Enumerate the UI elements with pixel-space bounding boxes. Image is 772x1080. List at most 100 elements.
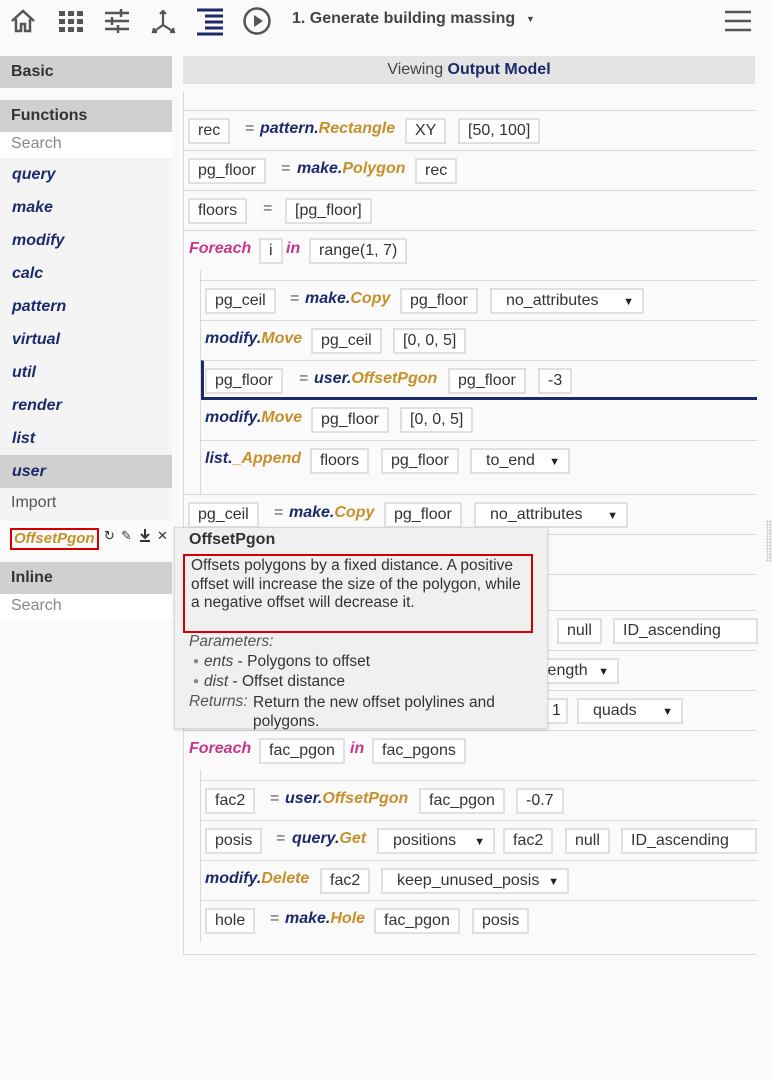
axes-icon[interactable] <box>148 6 178 36</box>
sliders-icon[interactable] <box>102 6 132 36</box>
arg-input[interactable]: fac2 <box>503 828 554 854</box>
functions-search-input[interactable]: Search <box>0 132 172 158</box>
arg-input[interactable]: ID_ascending <box>613 618 758 644</box>
code-line[interactable]: posis = query.Get positions ▼ fac2 null I… <box>201 820 757 860</box>
var-input[interactable]: pg_floor <box>188 158 266 184</box>
module-user[interactable]: user <box>0 455 172 488</box>
code-line[interactable]: pg_ceil = make.Copy pg_floor no_attribut… <box>201 280 757 320</box>
arg-input[interactable]: pg_ceil <box>311 328 382 354</box>
var-input[interactable]: i <box>259 238 283 264</box>
list-icon[interactable] <box>195 6 225 36</box>
arg-input[interactable]: fac2 <box>320 868 371 894</box>
arg-input[interactable]: -3 <box>538 368 573 394</box>
module-list[interactable]: list <box>0 422 172 455</box>
arg-dropdown[interactable]: no_attributes ▼ <box>474 502 628 528</box>
var-input[interactable]: floors <box>188 198 248 224</box>
module-util[interactable]: util <box>0 356 172 389</box>
import-button[interactable]: Import <box>0 488 172 521</box>
arg-input[interactable]: fac_pgons <box>372 738 466 764</box>
inline-header[interactable]: Inline <box>0 562 172 594</box>
close-icon[interactable]: ✕ <box>155 528 170 544</box>
arg-dropdown[interactable]: quads ▼ <box>577 698 683 724</box>
arg-input[interactable]: [50, 100] <box>458 118 541 144</box>
user-function-offsetpgon[interactable]: OffsetPgon <box>10 528 99 550</box>
download-icon[interactable] <box>137 528 152 544</box>
hamburger-icon[interactable] <box>724 8 752 34</box>
var-input[interactable]: fac2 <box>205 788 256 814</box>
code-line[interactable]: Foreach fac_pgon in fac_pgons <box>184 730 756 770</box>
function-name: list._Append <box>205 450 302 467</box>
arg-dropdown[interactable]: no_attributes ▼ <box>490 288 644 314</box>
code-line[interactable]: pg_floor = make.Polygon rec <box>184 150 756 190</box>
resize-handle[interactable] <box>766 520 772 562</box>
arg-input[interactable]: fac_pgon <box>419 788 505 814</box>
inline-search-input[interactable]: Search <box>0 594 172 620</box>
procedure-editor: rec = pattern.Rectangle XY [50, 100] pg_… <box>183 92 758 955</box>
var-input[interactable]: hole <box>205 908 256 934</box>
arg-input[interactable]: posis <box>472 908 530 934</box>
var-input[interactable]: pg_floor <box>205 368 283 394</box>
arg-input[interactable]: pg_floor <box>384 502 462 528</box>
tooltip-param: ● dist - Offset distance <box>193 673 346 690</box>
arg-input[interactable]: fac_pgon <box>374 908 460 934</box>
module-make[interactable]: make <box>0 191 172 224</box>
home-icon[interactable] <box>8 6 38 36</box>
module-virtual[interactable]: virtual <box>0 323 172 356</box>
arg-dropdown[interactable]: to_end ▼ <box>470 448 570 474</box>
refresh-icon[interactable]: ↻ <box>102 528 117 544</box>
equals-sign: = <box>290 290 300 307</box>
arg-input[interactable]: null <box>565 828 610 854</box>
arg-input[interactable]: [0, 0, 5] <box>393 328 467 354</box>
code-line-selected[interactable]: pg_floor = user.OffsetPgon pg_floor -3 <box>201 360 757 400</box>
viewer-header: Viewing Output Model <box>183 56 755 84</box>
code-line[interactable]: floors = [pg_floor] <box>184 190 756 230</box>
arg-input[interactable]: pg_floor <box>381 448 459 474</box>
var-input[interactable]: pg_ceil <box>188 502 259 528</box>
viewer-model[interactable]: Output Model <box>448 61 551 78</box>
divider <box>184 954 756 955</box>
module-modify[interactable]: modify <box>0 224 172 257</box>
code-line[interactable]: list._Append floors pg_floor to_end ▼ <box>201 440 757 480</box>
code-line[interactable]: hole = make.Hole fac_pgon posis <box>201 900 757 940</box>
var-input[interactable]: posis <box>205 828 263 854</box>
arg-input[interactable]: floors <box>310 448 370 474</box>
arg-input[interactable]: ID_ascending <box>621 828 757 854</box>
functions-header[interactable]: Functions <box>0 100 172 132</box>
code-line[interactable]: Foreach i in range(1, 7) <box>184 230 756 270</box>
in-keyword: in <box>350 740 365 757</box>
arg-input[interactable]: null <box>557 618 602 644</box>
basic-header[interactable]: Basic <box>0 56 172 88</box>
arg-input[interactable]: -0.7 <box>516 788 564 814</box>
arg-input[interactable]: range(1, 7) <box>309 238 408 264</box>
module-query[interactable]: query <box>0 158 172 191</box>
module-calc[interactable]: calc <box>0 257 172 290</box>
code-line[interactable]: modify.Move pg_ceil [0, 0, 5] <box>201 320 757 360</box>
code-line[interactable]: modify.Delete fac2 keep_unused_posis ▼ <box>201 860 757 900</box>
var-input[interactable]: pg_ceil <box>205 288 276 314</box>
arg-input[interactable]: pg_floor <box>311 407 389 433</box>
var-input[interactable]: fac_pgon <box>259 738 345 764</box>
equals-sign: = <box>245 120 255 137</box>
grid-icon[interactable] <box>56 6 86 36</box>
arg-input[interactable]: pg_floor <box>400 288 478 314</box>
code-line[interactable]: fac2 = user.OffsetPgon fac_pgon -0.7 <box>201 780 757 820</box>
arg-dropdown[interactable]: keep_unused_posis ▼ <box>381 868 569 894</box>
code-line[interactable]: rec = pattern.Rectangle XY [50, 100] <box>184 110 756 150</box>
foreach-keyword: Foreach <box>189 240 252 257</box>
var-input[interactable]: rec <box>188 118 231 144</box>
arg-input[interactable]: [pg_floor] <box>285 198 372 224</box>
arg-input[interactable]: XY <box>405 118 447 144</box>
module-pattern[interactable]: pattern <box>0 290 172 323</box>
play-icon[interactable] <box>242 6 272 36</box>
arg-input[interactable]: [0, 0, 5] <box>400 407 474 433</box>
flowchart-title[interactable]: 1. Generate building massing <box>292 10 515 28</box>
module-render[interactable]: render <box>0 389 172 422</box>
caret-down-icon[interactable]: ▼ <box>526 14 535 24</box>
arg-dropdown[interactable]: positions ▼ <box>377 828 495 854</box>
edit-icon[interactable]: ✎ <box>119 528 134 544</box>
function-name: query.Get <box>292 830 367 847</box>
arg-input[interactable]: pg_floor <box>448 368 526 394</box>
dropdown-arrow-icon: ▼ <box>474 836 485 848</box>
arg-input[interactable]: rec <box>415 158 458 184</box>
code-line[interactable]: modify.Move pg_floor [0, 0, 5] <box>201 400 757 440</box>
